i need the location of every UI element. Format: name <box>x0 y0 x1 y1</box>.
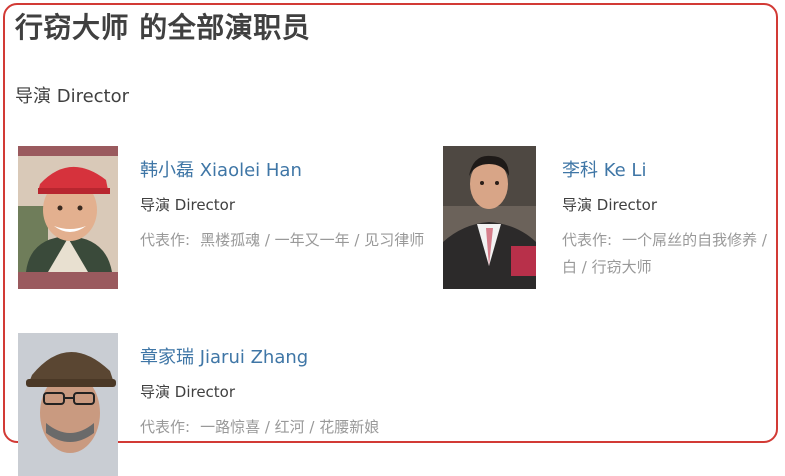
person-name-link[interactable]: 韩小磊 Xiaolei Han <box>140 156 302 182</box>
person-role: 导演 Director <box>140 383 236 401</box>
works-label: 代表作: <box>562 231 613 249</box>
person-role: 导演 Director <box>140 196 236 214</box>
works-links[interactable]: 一路惊喜 / 红河 / 花腰新娘 <box>200 418 379 436</box>
works-links[interactable]: 黑楼孤魂 / 一年又一年 / 见习律师 <box>200 231 424 249</box>
section-heading-director: 导演 Director <box>15 86 130 107</box>
person-name-link[interactable]: 李科 Ke Li <box>562 156 646 182</box>
content-frame <box>3 3 778 443</box>
person-works: 代表作: 一路惊喜 / 红河 / 花腰新娘 <box>140 414 440 441</box>
person-photo[interactable] <box>18 333 118 476</box>
person-role: 导演 Director <box>562 196 658 214</box>
person-name-link[interactable]: 章家瑞 Jiarui Zhang <box>140 343 308 369</box>
person-works: 代表作: 黑楼孤魂 / 一年又一年 / 见习律师 <box>140 227 440 254</box>
person-works: 代表作: 一个屌丝的自我修养 / 白 / 行窃大师 <box>562 227 784 281</box>
page-title: 行窃大师 的全部演职员 <box>15 11 311 44</box>
works-label: 代表作: <box>140 418 191 436</box>
person-photo[interactable] <box>443 146 536 289</box>
person-photo[interactable] <box>18 146 118 289</box>
works-label: 代表作: <box>140 231 191 249</box>
